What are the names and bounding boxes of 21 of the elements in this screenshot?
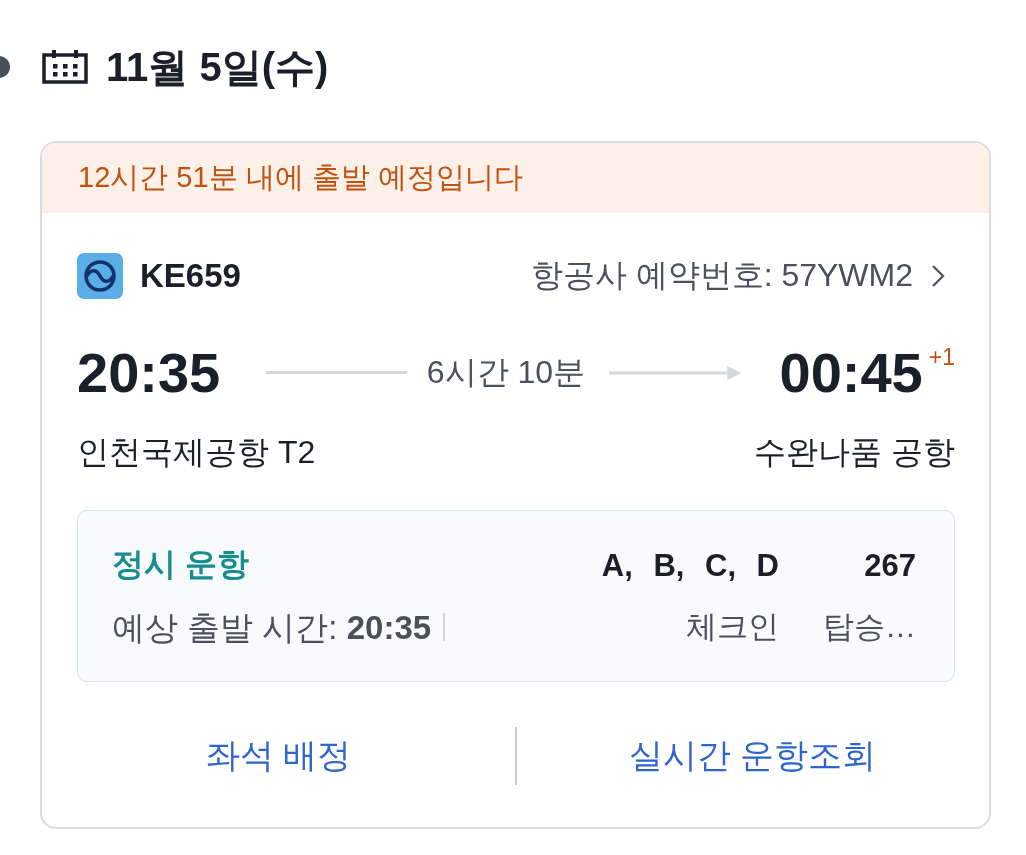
status-label: 정시 운항 <box>112 545 250 584</box>
arrival-time: 00:45 <box>779 342 923 404</box>
flight-duration: 6시간 10분 <box>426 352 586 392</box>
day-offset: +1 <box>928 344 955 371</box>
action-button[interactable]: 실시간 운항조회 <box>516 716 989 797</box>
action-button[interactable]: 좌석 배정 <box>42 716 515 797</box>
booking-reference-button[interactable]: 항공사 예약번호: 57YWM2 <box>530 254 945 298</box>
info-label: 체크인 <box>686 608 779 646</box>
calendar-icon <box>42 50 88 84</box>
departure-airport: 인천국제공항 T2 <box>77 432 316 472</box>
estimated-departure: 예상 출발 시간: 20:35 <box>112 607 432 648</box>
arrival-airport: 수완나품 공항 <box>754 432 955 472</box>
chevron-right-icon <box>931 264 945 288</box>
flight-number: KE659 <box>140 257 241 295</box>
info-value: 267 <box>864 547 916 585</box>
departure-notice: 12시간 51분 내에 출발 예정입니다 <box>42 143 989 213</box>
date-heading: 11월 5일(수) <box>106 44 329 91</box>
airline-logo-icon <box>77 253 123 299</box>
info-value: A, B, C, D <box>601 547 779 585</box>
departure-time: 20:35 <box>77 342 221 404</box>
info-label: 탑승… <box>823 608 916 646</box>
